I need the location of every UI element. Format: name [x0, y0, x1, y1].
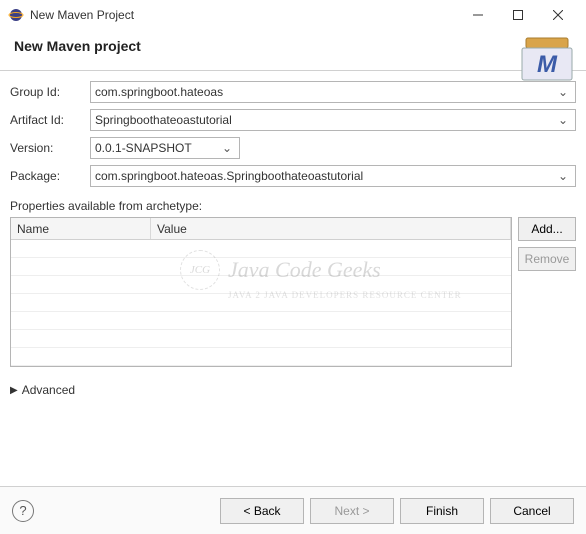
add-button[interactable]: Add...	[518, 217, 576, 241]
close-button[interactable]	[538, 0, 578, 30]
package-label: Package:	[10, 169, 90, 183]
maximize-button[interactable]	[498, 0, 538, 30]
version-field[interactable]: 0.0.1-SNAPSHOT ⌄	[90, 137, 240, 159]
table-row	[11, 312, 511, 330]
properties-section-label: Properties available from archetype:	[0, 193, 586, 217]
button-bar: ? < Back Next > Finish Cancel	[0, 486, 586, 534]
form-area: Group Id: com.springboot.hateoas ⌄ Artif…	[0, 71, 586, 187]
table-row	[11, 258, 511, 276]
table-row	[11, 330, 511, 348]
table-row	[11, 276, 511, 294]
package-field[interactable]: com.springboot.hateoas.Springboothateoas…	[90, 165, 576, 187]
help-icon[interactable]: ?	[12, 500, 34, 522]
cancel-button[interactable]: Cancel	[490, 498, 574, 524]
next-button[interactable]: Next >	[310, 498, 394, 524]
back-button[interactable]: < Back	[220, 498, 304, 524]
triangle-right-icon: ▶	[10, 385, 18, 396]
window-title: New Maven Project	[30, 8, 458, 22]
chevron-down-icon: ⌄	[555, 169, 571, 183]
remove-button[interactable]: Remove	[518, 247, 576, 271]
column-name[interactable]: Name	[11, 218, 151, 239]
page-title: New Maven project	[14, 38, 572, 54]
properties-table[interactable]: Name Value	[10, 217, 512, 367]
maven-icon: M	[518, 34, 576, 84]
chevron-down-icon: ⌄	[555, 85, 571, 99]
table-body	[11, 240, 511, 366]
artifact-id-field[interactable]: Springboothateoastutorial ⌄	[90, 109, 576, 131]
wizard-header: New Maven project M	[0, 30, 586, 71]
titlebar: New Maven Project	[0, 0, 586, 30]
group-id-label: Group Id:	[10, 85, 90, 99]
chevron-down-icon: ⌄	[555, 113, 571, 127]
properties-panel: Name Value Add... Remove	[0, 217, 586, 367]
column-value[interactable]: Value	[151, 218, 511, 239]
version-label: Version:	[10, 141, 90, 155]
advanced-label: Advanced	[22, 383, 75, 397]
table-row	[11, 240, 511, 258]
finish-button[interactable]: Finish	[400, 498, 484, 524]
group-id-field[interactable]: com.springboot.hateoas ⌄	[90, 81, 576, 103]
eclipse-icon	[8, 7, 24, 23]
artifact-id-label: Artifact Id:	[10, 113, 90, 127]
minimize-button[interactable]	[458, 0, 498, 30]
svg-text:M: M	[537, 51, 558, 78]
advanced-expander[interactable]: ▶ Advanced	[0, 367, 586, 413]
table-row	[11, 294, 511, 312]
chevron-down-icon: ⌄	[219, 141, 235, 155]
table-row	[11, 348, 511, 366]
